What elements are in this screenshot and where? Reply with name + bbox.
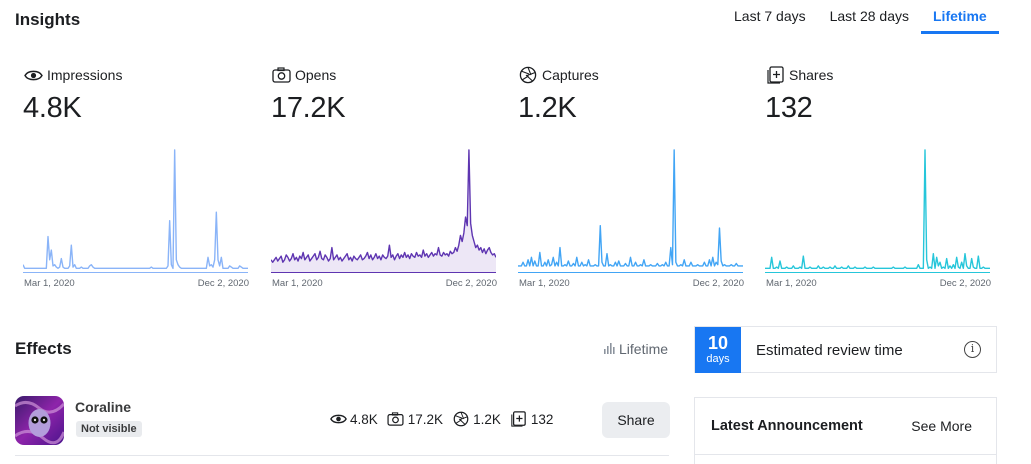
metric-value: 1.2K: [518, 92, 577, 124]
metric-label: Opens: [295, 67, 337, 83]
review-days-number: 10: [707, 333, 729, 353]
tab-lifetime[interactable]: Lifetime: [921, 0, 999, 34]
metric-opens: Opens 17.2K Mar 1, 2020 Dec 2, 2020: [271, 66, 501, 289]
status-badge: Not visible: [76, 421, 142, 437]
metric-impressions: Impressions 4.8K Mar 1, 2020 Dec 2, 2020: [23, 66, 253, 289]
aperture-icon: [518, 66, 538, 84]
info-icon[interactable]: i: [964, 341, 981, 358]
metric-value: 4.8K: [23, 92, 82, 124]
effects-title: Effects: [15, 339, 72, 358]
metric-label: Shares: [789, 67, 834, 83]
series-line: [518, 149, 743, 267]
effect-stats: 4.8K 17.2K 1.2K 132: [329, 411, 562, 427]
eye-icon: [23, 66, 43, 84]
impressions-chart: [23, 146, 253, 276]
axis-start-label: Mar 1, 2020: [519, 278, 570, 289]
effects-range-selector[interactable]: Lifetime: [604, 341, 668, 357]
camera-icon: [387, 411, 405, 427]
tab-last-28-days[interactable]: Last 28 days: [818, 0, 921, 34]
series-area: [271, 150, 496, 272]
stat-value: 4.8K: [350, 411, 378, 427]
metric-label: Impressions: [47, 67, 123, 83]
share-plus-icon: [510, 411, 528, 427]
stat-value: 17.2K: [407, 411, 444, 427]
review-label: Estimated review time: [756, 342, 903, 359]
opens-sparkline: [271, 149, 496, 273]
shares-chart: [765, 146, 995, 276]
axis-start-label: Mar 1, 2020: [766, 278, 817, 289]
insights-title: Insights: [15, 10, 81, 29]
axis-end-label: Dec 2, 2020: [445, 278, 497, 289]
stat-value: 132: [530, 411, 554, 427]
review-time-card: 10 days Estimated review time i: [694, 326, 997, 373]
captures-chart: [518, 146, 748, 276]
stat-opens: 17.2K: [387, 411, 443, 427]
metric-value: 17.2K: [271, 92, 346, 124]
effect-name[interactable]: Coraline: [75, 399, 131, 415]
bar-chart-icon: [604, 341, 616, 357]
captures-sparkline: [518, 149, 743, 273]
series-line: [23, 149, 248, 270]
tab-last-7-days[interactable]: Last 7 days: [722, 0, 818, 34]
divider: [695, 454, 996, 455]
aperture-icon: [452, 411, 470, 427]
share-plus-icon: [765, 66, 785, 84]
effect-thumbnail[interactable]: [15, 396, 64, 445]
metric-value: 132: [765, 92, 813, 124]
see-more-link[interactable]: See More: [911, 418, 972, 434]
review-days-badge: 10 days: [695, 327, 741, 373]
series-line: [765, 149, 990, 270]
impressions-sparkline: [23, 149, 248, 273]
shares-sparkline: [765, 149, 990, 273]
announcement-card: Latest Announcement See More: [694, 397, 997, 464]
metric-captures: Captures 1.2K Mar 1, 2020 Dec 2, 2020: [518, 66, 748, 289]
review-days-unit: days: [706, 353, 730, 365]
axis-start-label: Mar 1, 2020: [24, 278, 75, 289]
axis-end-label: Dec 2, 2020: [197, 278, 249, 289]
effect-row-coraline[interactable]: Coraline Not visible 4.8K 17.2K 1.2K 132…: [15, 396, 670, 456]
effects-range-label: Lifetime: [619, 341, 669, 357]
stat-impressions: 4.8K: [329, 411, 378, 427]
axis-start-label: Mar 1, 2020: [272, 278, 323, 289]
axis-end-label: Dec 2, 2020: [692, 278, 744, 289]
metric-shares: Shares 132 Mar 1, 2020 Dec 2, 2020: [765, 66, 995, 289]
stat-value: 1.2K: [473, 411, 501, 427]
opens-chart: [271, 146, 501, 276]
stat-captures: 1.2K: [452, 411, 501, 427]
axis-end-label: Dec 2, 2020: [939, 278, 991, 289]
eye-icon: [329, 411, 347, 427]
stat-shares: 132: [510, 411, 554, 427]
time-range-tabs: Last 7 days Last 28 days Lifetime: [722, 0, 999, 34]
announcement-title: Latest Announcement: [711, 418, 863, 434]
share-button[interactable]: Share: [602, 402, 670, 438]
metric-label: Captures: [542, 67, 599, 83]
camera-icon: [271, 66, 291, 84]
